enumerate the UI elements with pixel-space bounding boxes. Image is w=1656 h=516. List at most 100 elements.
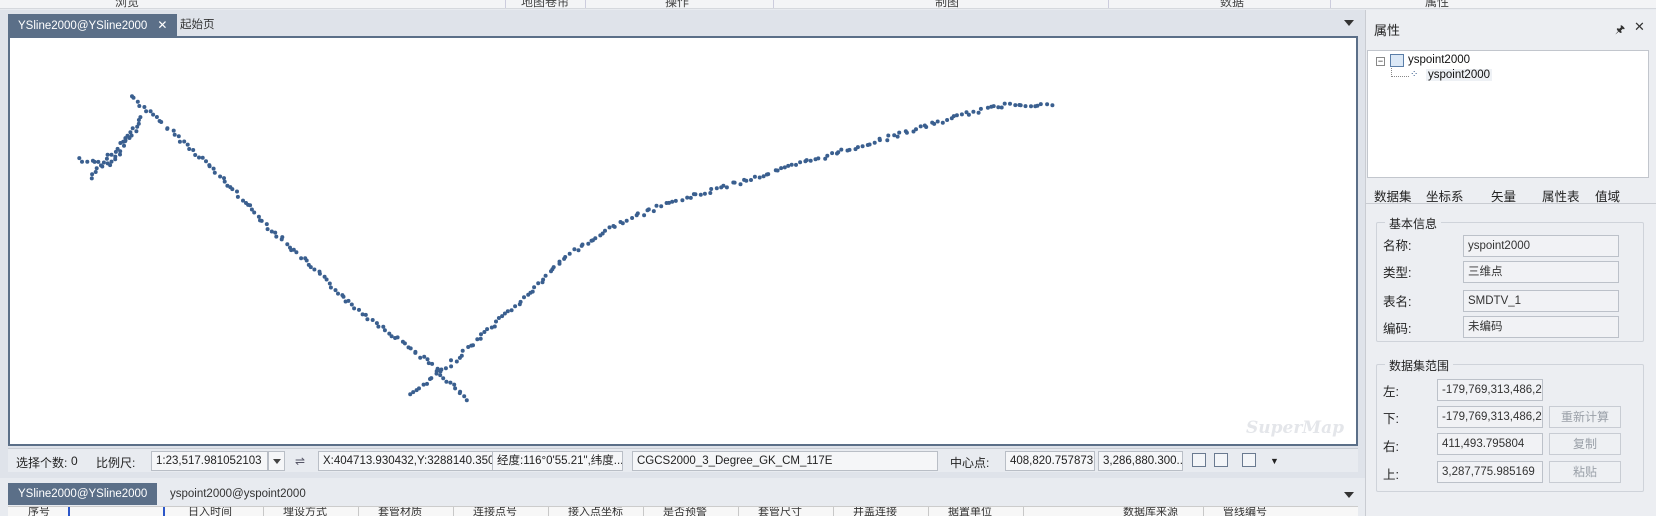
paste-button[interactable]: 粘贴 (1549, 461, 1621, 483)
tab-list-dropdown-icon[interactable] (1344, 20, 1354, 26)
tab-yspoint2000-attributes[interactable]: yspoint2000@yspoint2000 (160, 483, 316, 505)
column-header[interactable]: 据置单位 (948, 507, 992, 516)
map-point (411, 390, 416, 395)
map-point (274, 234, 279, 239)
tree-root-yspoint2000[interactable]: yspoint2000 (1408, 54, 1470, 66)
ribbon-group-map-swipe: 地图卷帘 (521, 0, 570, 9)
column-header[interactable]: 井盖连接 (853, 507, 897, 516)
map-point (999, 105, 1004, 110)
map-point (752, 174, 757, 179)
center-x-input[interactable]: 408,820.757873 (1005, 451, 1095, 471)
bottom-bound-label: 下: (1383, 412, 1399, 426)
column-header[interactable]: 日入时间 (188, 507, 232, 516)
map-point (185, 142, 190, 147)
map-point (108, 163, 113, 168)
selected-count-label: 选择个数: (16, 456, 68, 470)
tab-coordinate-system[interactable]: 坐标系 (1426, 186, 1464, 205)
encoding-label: 编码: (1383, 322, 1412, 336)
column-header[interactable]: 管线编号 (1223, 507, 1267, 516)
map-canvas[interactable]: SuperMap (10, 38, 1356, 444)
column-header[interactable]: 套管尺寸 (758, 507, 802, 516)
column-header[interactable]: 序号 (28, 507, 50, 516)
status-menu-chevron-icon[interactable]: ▼ (1270, 456, 1279, 466)
center-y-input[interactable]: 3,286,880.300... (1098, 451, 1183, 471)
column-header[interactable]: 埋设方式 (283, 507, 327, 516)
map-point (77, 156, 82, 161)
map-point (448, 380, 453, 385)
close-icon[interactable]: ✕ (1634, 19, 1645, 35)
map-point (144, 109, 149, 114)
recalculate-button[interactable]: 重新计算 (1549, 406, 1621, 428)
map-point (518, 299, 523, 304)
scale-label: 比例尺: (96, 456, 136, 470)
crs-display[interactable]: CGCS2000_3_Degree_GK_CM_117E (632, 451, 938, 471)
map-point (136, 121, 141, 126)
map-point (945, 118, 950, 122)
tree-child-yspoint2000[interactable]: yspoint2000 (1426, 69, 1493, 81)
column-header[interactable]: 接入点坐标 (568, 507, 623, 516)
map-point (159, 120, 164, 124)
column-header[interactable]: 是否预警 (663, 507, 707, 516)
tab-list-dropdown-icon[interactable] (1344, 492, 1354, 498)
tab-start-page[interactable]: 起始页 (170, 14, 225, 36)
map-point (89, 176, 94, 181)
tab-ysline2000[interactable]: YSline2000@YSline2000 ✕ (8, 14, 178, 36)
map-point (176, 134, 181, 139)
map-point (580, 242, 585, 247)
document-tab-bar: YSline2000@YSline2000 ✕ 起始页 (8, 14, 1358, 36)
map-point (402, 341, 407, 346)
map-point (182, 139, 187, 144)
column-header[interactable]: 数据库来源 (1123, 507, 1178, 516)
pin-icon[interactable]: 🖈 (1615, 21, 1625, 40)
map-point (113, 154, 118, 159)
right-bound-field: 411,493.795804 (1437, 433, 1543, 455)
name-label: 名称: (1383, 239, 1412, 253)
ribbon-group-labels: 浏览 地图卷帘 操作 制图 数据 属性 (0, 0, 1656, 9)
map-point (966, 112, 971, 117)
scale-input[interactable]: 1:23,517.981052103 (151, 451, 268, 471)
map-point (248, 203, 253, 208)
lonlat-display: 经度:116°0'55.21",纬度... (493, 451, 623, 471)
lock-icon[interactable] (1242, 453, 1256, 467)
map-point (688, 195, 693, 200)
left-bound-label: 左: (1383, 385, 1399, 399)
tab-dataset[interactable]: 数据集 (1374, 186, 1412, 205)
map-point (444, 379, 449, 384)
table-name-label: 表名: (1383, 295, 1412, 309)
copy-button[interactable]: 复制 (1549, 433, 1621, 455)
tab-ysline2000-attributes[interactable]: YSline2000@YSline2000 (8, 483, 158, 505)
map-point (105, 152, 110, 157)
map-point (991, 104, 996, 109)
map-point (551, 265, 556, 270)
close-icon[interactable]: ✕ (157, 18, 167, 32)
map-point (131, 95, 136, 100)
map-point (513, 304, 518, 309)
column-header[interactable]: 套管材质 (378, 507, 422, 516)
tab-domain[interactable]: 值域 (1595, 186, 1620, 205)
swap-icon[interactable]: ⇌ (295, 454, 305, 468)
tab-attribute-table[interactable]: 属性表 (1542, 186, 1580, 205)
map-point (1013, 103, 1018, 108)
type-field: 三维点 (1463, 261, 1619, 283)
copy-icon[interactable] (1192, 453, 1206, 467)
scale-dropdown-button[interactable] (268, 451, 285, 471)
map-point (709, 187, 714, 191)
map-point (839, 147, 844, 152)
map-point (365, 317, 370, 322)
map-point (122, 143, 126, 148)
paste-icon[interactable] (1214, 453, 1228, 467)
map-point (109, 159, 114, 164)
map-point (685, 195, 690, 200)
map-point (798, 160, 803, 165)
map-point (914, 127, 918, 132)
map-point (659, 204, 664, 209)
map-point (285, 242, 290, 247)
map-point (317, 271, 322, 276)
map-point (279, 237, 284, 242)
map-point (492, 324, 497, 329)
collapse-icon[interactable]: − (1376, 57, 1385, 66)
name-field[interactable]: yspoint2000 (1463, 235, 1619, 257)
tab-vector[interactable]: 矢量 (1491, 186, 1516, 205)
map-point (252, 210, 257, 215)
column-header[interactable]: 连接点号 (473, 507, 517, 516)
